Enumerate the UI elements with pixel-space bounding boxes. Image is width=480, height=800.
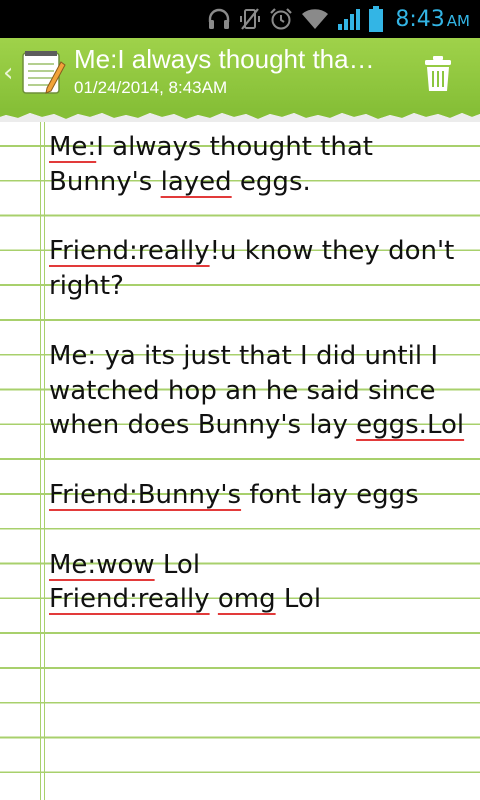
note-text-segment: Lol	[154, 549, 201, 580]
note-paragraph: Me:wow Lol	[49, 548, 479, 583]
note-text-segment	[210, 584, 218, 614]
note-title: Me:I always thought tha…	[74, 44, 375, 74]
note-paragraph: Me:I always thought that Bunny's layed e…	[49, 130, 479, 200]
clock: 8:43 AM	[395, 7, 470, 32]
note-body[interactable]: Me:I always thought that Bunny's layed e…	[49, 130, 479, 617]
status-icons: 8:43 AM	[207, 0, 470, 38]
chevron-left-icon[interactable]: ‹	[3, 60, 13, 86]
margin-line-left	[40, 122, 41, 800]
misspelled-word: eggs.Lol	[356, 410, 465, 441]
misspelled-word: Friend:Bunny's	[49, 479, 242, 510]
battery-icon	[369, 6, 384, 32]
note-text-segment: Lol	[275, 584, 322, 615]
note-paragraph	[49, 513, 479, 548]
alarm-icon	[269, 7, 293, 31]
clock-time: 8:43	[395, 6, 445, 32]
signal-icon	[337, 7, 361, 31]
misspelled-word: Friend:really	[49, 584, 210, 615]
misspelled-word: Me:	[49, 132, 97, 162]
note-paragraph: Friend:really omg Lol	[49, 582, 479, 617]
note-text-segment: font lay eggs	[241, 479, 419, 510]
margin-line-right	[44, 122, 45, 800]
misspelled-word: omg	[217, 584, 276, 615]
note-timestamp: 01/24/2014, 8:43AM	[74, 78, 228, 97]
note-paragraph: Friend:Bunny's font lay eggs	[49, 478, 479, 513]
misspelled-word: layed	[160, 166, 232, 197]
misspelled-word: Me:wow	[49, 549, 155, 580]
misspelled-word: Friend:really	[49, 236, 210, 267]
action-bar: ‹ Me:I always thought tha… 01/24/2014, 8…	[0, 38, 480, 110]
wifi-icon	[301, 8, 329, 30]
note-text-segment: eggs.	[231, 166, 311, 197]
note-paragraph: Me: ya its just that I did until I watch…	[49, 339, 479, 443]
vibrate-off-icon	[239, 7, 261, 31]
torn-paper-edge	[0, 108, 480, 122]
status-bar: 8:43 AM	[0, 0, 480, 38]
note-paragraph	[49, 200, 479, 235]
note-paragraph	[49, 443, 479, 478]
note-editor[interactable]: Me:I always thought that Bunny's layed e…	[0, 122, 480, 800]
notepad-icon[interactable]	[17, 48, 67, 98]
trash-icon[interactable]	[420, 54, 456, 94]
note-paragraph	[49, 304, 479, 339]
clock-am-pm: AM	[446, 11, 470, 30]
headphones-icon	[207, 8, 231, 30]
note-paragraph: Friend:really!u know they don't right?	[49, 234, 479, 304]
